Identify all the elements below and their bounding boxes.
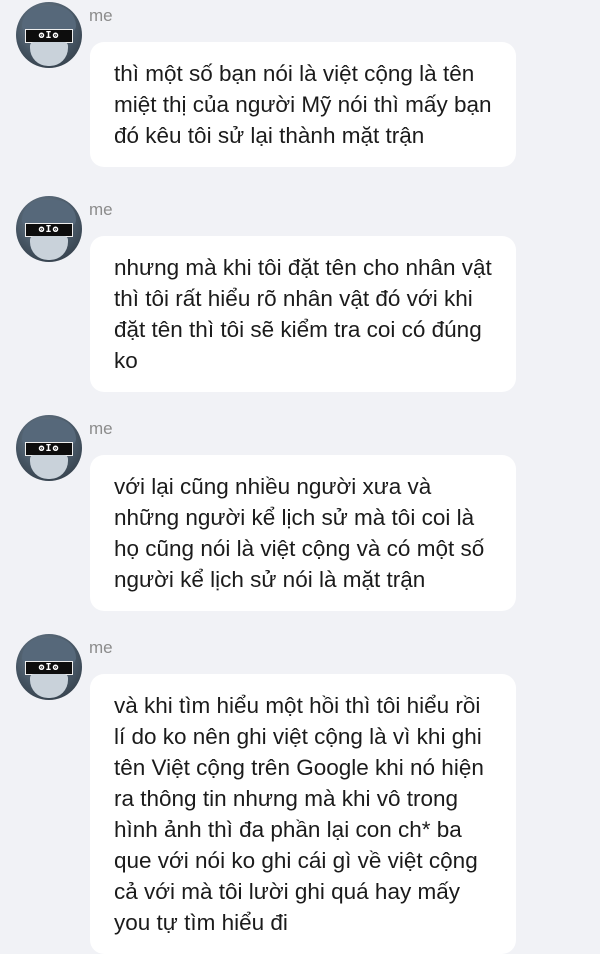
sender-name: me — [89, 6, 113, 25]
avatar[interactable]: ʘIʘ — [16, 634, 82, 700]
avatar-censor-bar: ʘIʘ — [25, 223, 73, 237]
avatar-bar-text: ʘIʘ — [38, 443, 60, 454]
sender-name: me — [89, 200, 113, 219]
avatar-censor-bar: ʘIʘ — [25, 442, 73, 456]
avatar[interactable]: ʘIʘ — [16, 2, 82, 68]
avatar[interactable]: ʘIʘ — [16, 415, 82, 481]
avatar-bar-text: ʘIʘ — [38, 662, 60, 673]
message-bubble: nhưng mà khi tôi đặt tên cho nhân vật th… — [90, 236, 516, 392]
message-bubble: thì một số bạn nói là việt cộng là tên m… — [90, 42, 516, 167]
avatar-face — [30, 236, 68, 260]
avatar-face — [30, 42, 68, 66]
message-bubble: với lại cũng nhiều người xưa và những ng… — [90, 455, 516, 611]
avatar[interactable]: ʘIʘ — [16, 196, 82, 262]
avatar-censor-bar: ʘIʘ — [25, 661, 73, 675]
message-bubble: và khi tìm hiểu một hồi thì tôi hiểu rồi… — [90, 674, 516, 954]
avatar-censor-bar: ʘIʘ — [25, 29, 73, 43]
sender-name: me — [89, 638, 113, 657]
avatar-bar-text: ʘIʘ — [38, 224, 60, 235]
sender-name: me — [89, 419, 113, 438]
avatar-face — [30, 455, 68, 479]
avatar-face — [30, 674, 68, 698]
avatar-bar-text: ʘIʘ — [38, 30, 60, 41]
